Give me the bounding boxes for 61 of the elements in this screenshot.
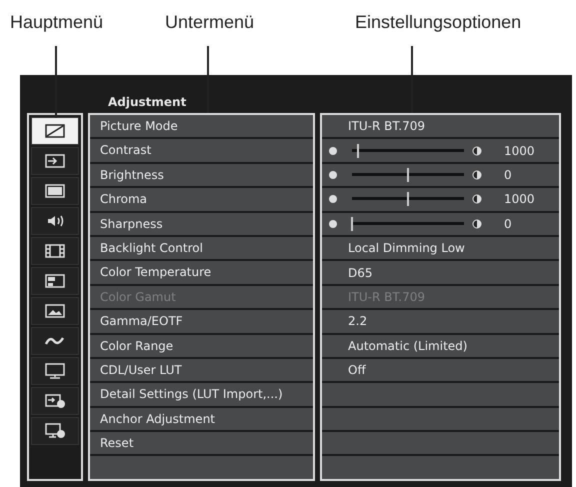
submenu-item[interactable]: Anchor Adjustment [90,408,313,430]
option-value: Off [348,363,366,378]
image-icon [44,303,66,319]
submenu-item[interactable]: Picture Mode [90,115,313,138]
option-value: ITU-R BT.709 [348,119,425,134]
callout-label: Hauptmenü [10,12,104,33]
main-menu-item[interactable] [31,327,79,355]
submenu-item[interactable]: Brightness [90,164,313,186]
main-menu-item[interactable] [31,387,79,415]
main-menu-item[interactable] [31,117,79,145]
film-icon [44,243,66,259]
picture-icon [44,123,66,139]
monitor-info-icon [44,423,66,439]
half-circle-icon [472,194,482,204]
main-menu-item[interactable] [31,417,79,445]
slider-value: 1000 [504,192,535,206]
submenu-item[interactable]: Contrast [90,139,313,162]
main-menu-item[interactable] [31,147,79,175]
screen-icon [44,183,66,199]
layout-icon [44,273,66,289]
monitor-icon [44,363,66,379]
slider-value: 1000 [504,144,535,158]
main-menu-item[interactable] [31,237,79,265]
half-circle-icon [472,146,482,156]
dot-icon [328,194,338,204]
dot-icon [328,146,338,156]
slider-value: 0 [504,168,512,182]
half-circle-icon [472,170,482,180]
submenu-item[interactable]: CDL/User LUT [90,358,313,382]
slider[interactable] [352,192,464,206]
callout-label: Einstellungsoptionen [355,12,522,33]
menu-title: Adjustment [108,95,186,109]
slider[interactable] [352,168,464,182]
slider-thumb[interactable] [356,144,359,158]
main-menu-item[interactable] [31,207,79,235]
submenu-item[interactable]: Color Temperature [90,261,313,284]
half-circle-icon [472,218,482,229]
input-icon [44,153,66,169]
option-value: 2.2 [348,314,368,328]
option-value: D65 [348,266,373,280]
main-menu-item[interactable] [31,177,79,205]
submenu-item[interactable]: Reset [90,432,313,454]
dot-icon [328,170,338,180]
main-menu-item[interactable] [31,357,79,385]
option-value: Automatic (Limited) [348,338,468,353]
option-value: Local Dimming Low [348,241,465,256]
dot-icon [328,218,338,229]
submenu-item[interactable]: Detail Settings (LUT Import,...) [90,383,313,406]
callout-label: Untermenü [165,12,254,33]
main-menu-item[interactable] [31,297,79,325]
slider[interactable] [352,216,464,231]
option-value: ITU-R BT.709 [348,290,425,304]
submenu-item[interactable]: Color Range [90,334,313,357]
slider-value: 0 [504,216,512,231]
slider[interactable] [352,144,464,158]
main-menu-item[interactable] [31,267,79,295]
submenu-item[interactable]: Chroma [90,188,313,211]
input-info-icon [44,393,66,409]
submenu-item[interactable]: Backlight Control [90,236,313,260]
submenu-item[interactable]: Sharpness [90,212,313,235]
submenu-item[interactable]: Gamma/EOTF [90,310,313,333]
